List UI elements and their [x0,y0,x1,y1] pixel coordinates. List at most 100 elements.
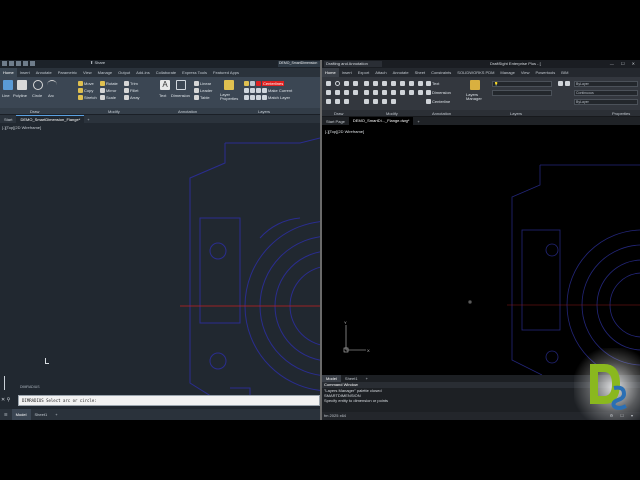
modify-tools-row-2[interactable] [364,90,423,95]
stretch-button[interactable]: Stretch [78,95,97,100]
rotate-button[interactable]: Rotate [100,81,118,86]
tab-attach[interactable]: Attach [372,70,389,75]
quick-access-toolbar[interactable] [2,61,35,66]
tab-solidworks-pdm[interactable]: SOLIDWORKS PDM [454,70,497,75]
file-tab-flange[interactable]: DEMO_SmartDi..._Flange.dwg* [348,117,414,125]
tab-output[interactable]: Output [115,70,133,75]
draw-tools-row-1[interactable] [326,81,358,86]
text-icon[interactable]: A [160,80,170,90]
layer-tool-row-1[interactable]: Make Current [244,88,292,93]
panel-title-modify[interactable]: Modify [386,111,398,116]
arc-button[interactable]: Arc [48,93,54,98]
text-button[interactable]: Text [426,81,439,86]
tab-insert[interactable]: Insert [17,70,33,75]
draw-tools-row-2[interactable] [326,90,358,95]
polyline-icon[interactable] [17,80,27,90]
dimension-icon[interactable] [176,80,186,90]
draw-tools-row-3[interactable] [326,99,349,104]
text-button[interactable]: Text [159,93,166,98]
tab-view[interactable]: View [518,70,533,75]
layer-tools[interactable] [558,81,570,86]
line-button[interactable]: Line [2,93,10,98]
panel-title-layers[interactable]: Layers [258,109,270,114]
panel-title-layers[interactable]: Layers [510,111,522,116]
tab-parametric[interactable]: Parametric [55,70,80,75]
layer-state-dropdown[interactable] [492,90,552,96]
lineweight-dropdown[interactable]: ByLayer [574,99,638,105]
panel-title-annotation[interactable]: Annotation [178,109,197,114]
start-page-tab[interactable]: Start Page [322,119,349,124]
tab-annotate[interactable]: Annotate [33,70,55,75]
window-controls[interactable]: — ☐ ✕ [610,61,638,66]
tab-express-tools[interactable]: Express Tools [179,70,210,75]
start-tab[interactable]: Start [0,117,16,122]
fillet-button[interactable]: Fillet [124,88,138,93]
command-line-input[interactable]: DIMRADIUS Select arc or circle: [18,395,320,406]
centerline-button[interactable]: Centerline [426,99,450,104]
panel-title-draw[interactable]: Draw [30,109,39,114]
tab-manage[interactable]: Manage [497,70,517,75]
panel-title-properties[interactable]: Properties [612,111,630,116]
tab-collaborate[interactable]: Collaborate [153,70,179,75]
copy-button[interactable]: Copy [78,88,93,93]
add-layout-button[interactable]: + [362,376,372,381]
tab-featured-apps[interactable]: Featured Apps [210,70,242,75]
add-layout-button[interactable]: + [51,412,61,417]
move-button[interactable]: Move [78,81,94,86]
tab-powertools[interactable]: Powertools [533,70,559,75]
sheet1-tab[interactable]: Sheet1 [341,376,362,381]
workspace-dropdown[interactable]: Drafting and Annotation [324,61,382,67]
sheet1-tab[interactable]: Sheet1 [31,412,52,417]
arc-icon[interactable] [47,80,57,90]
panel-title-modify[interactable]: Modify [108,109,120,114]
tab-constraints[interactable]: Constraints [428,70,454,75]
file-tab-flange[interactable]: DEMO_SmartDimension_Flange* [16,115,85,123]
modify-tools-row-1[interactable] [364,81,423,86]
new-tab-button[interactable]: + [84,117,92,122]
mirror-button[interactable]: Mirror [100,88,116,93]
layer-properties-icon[interactable] [224,80,234,90]
dimension-button[interactable]: Dimension [171,93,190,98]
tab-home[interactable]: Home [0,68,17,77]
linear-button[interactable]: Linear [194,81,211,86]
tab-export[interactable]: Export [355,70,373,75]
modify-tools-row-3[interactable] [364,99,396,104]
circle-icon[interactable] [33,80,43,90]
tab-home[interactable]: Home [322,68,339,77]
array-button[interactable]: Array [124,95,140,100]
panel-title-annotation[interactable]: Annotation [432,111,451,116]
layers-manager-icon[interactable] [470,80,480,90]
command-close-icon[interactable]: ✕ ⚲ [1,397,10,403]
tab-annotate[interactable]: Annotate [390,70,412,75]
panel-title-draw[interactable]: Draw [334,111,343,116]
polyline-button[interactable]: Polyline [13,93,27,98]
tab-sheet[interactable]: Sheet [412,70,428,75]
menu-icon[interactable]: ☰ [0,412,12,417]
drawing-canvas[interactable]: Y X [322,125,640,375]
linestyle-dropdown[interactable]: Continuous [574,90,638,96]
tab-bim[interactable]: BIM [558,70,571,75]
tab-manage[interactable]: Manage [95,70,115,75]
line-icon[interactable] [3,80,13,90]
layer-properties-button[interactable]: Layer Properties [220,93,240,101]
tab-view[interactable]: View [80,70,95,75]
scale-button[interactable]: Scale [100,95,116,100]
layer-tool-row-2[interactable]: Match Layer [244,95,290,100]
share-button[interactable]: ⬆ Share [90,60,105,65]
new-tab-button[interactable]: + [413,119,423,124]
tab-insert[interactable]: Insert [339,70,355,75]
trim-button[interactable]: Trim [124,81,138,86]
dimension-button[interactable]: Dimension [426,90,451,95]
viewport-controls[interactable]: [-][Top][2D Wireframe] [2,125,41,130]
circle-button[interactable]: Circle [32,93,42,98]
viewport-controls[interactable]: [-][Top][2D Wireframe] [325,129,364,134]
layer-dropdown[interactable]: Centerlines [244,80,285,86]
tab-add-ins[interactable]: Add-ins [133,70,153,75]
model-tab[interactable]: Model [11,409,31,420]
color-dropdown[interactable]: ByLayer [574,81,638,87]
layers-manager-button[interactable]: Layers Manager [466,93,484,101]
layer-dropdown[interactable]: 💡 [492,81,552,87]
table-button[interactable]: Table [194,95,210,100]
model-tab[interactable]: Model [322,375,341,382]
leader-button[interactable]: Leader [194,88,212,93]
